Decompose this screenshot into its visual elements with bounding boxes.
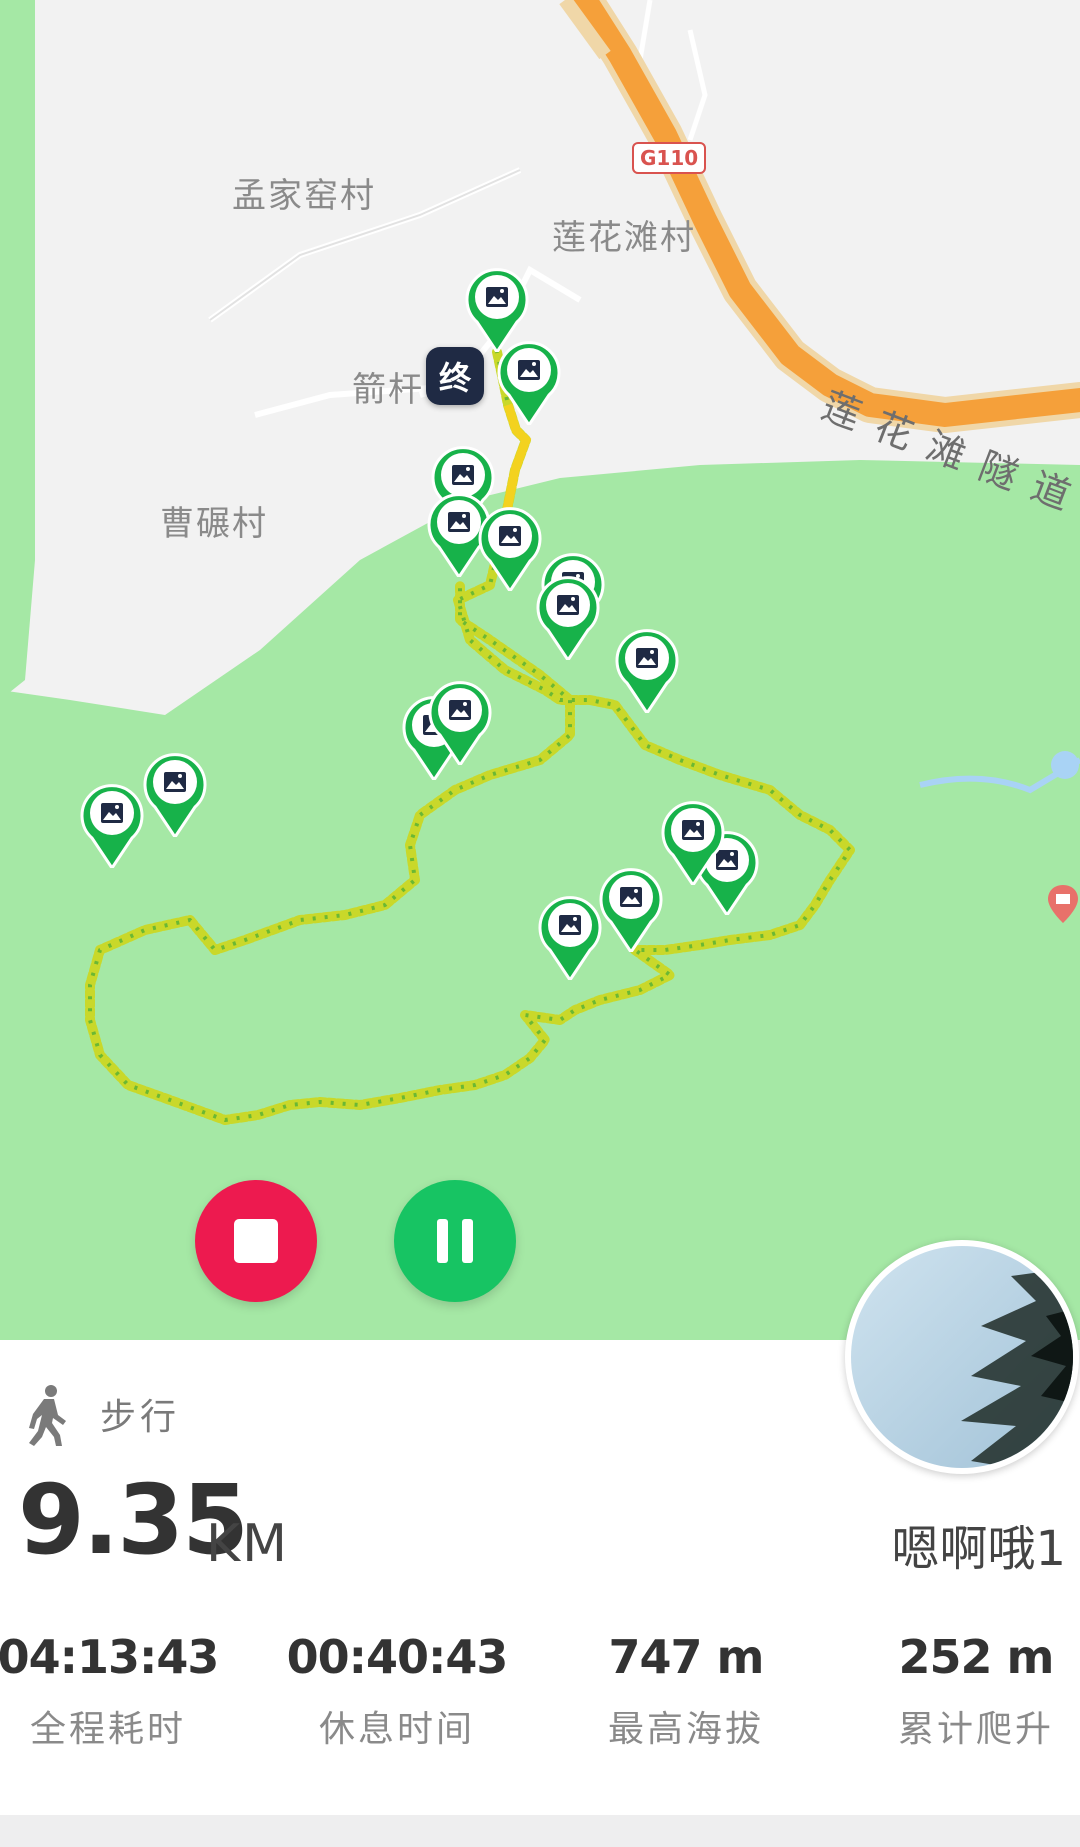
stat-max-altitude: 747 m 最高海拔 — [551, 1630, 821, 1752]
stat-label: 最高海拔 — [607, 1709, 764, 1750]
walking-person-icon — [29, 1385, 66, 1446]
pause-button[interactable] — [394, 1180, 516, 1302]
photo-marker-icon[interactable] — [80, 782, 144, 868]
stat-value: 04:13:43 — [0, 1630, 219, 1684]
photo-marker-icon[interactable] — [478, 505, 542, 591]
village-label-jiangan: 箭杆 — [352, 370, 424, 410]
username: 嗯啊哦1 — [891, 1521, 1066, 1577]
stat-total-time: 04:13:43 全程耗时 — [0, 1630, 243, 1752]
stat-rest-time: 00:40:43 休息时间 — [262, 1630, 532, 1752]
village-label-lianhuatan: 莲花滩村 — [552, 218, 696, 258]
stat-label: 累计爬升 — [897, 1709, 1054, 1750]
user-avatar[interactable] — [845, 1240, 1079, 1474]
photo-marker-icon[interactable] — [615, 627, 679, 713]
activity-type-label: 步行 — [100, 1397, 181, 1438]
photo-marker-icon[interactable] — [661, 799, 725, 885]
photo-marker-icon[interactable] — [538, 894, 602, 980]
stat-value: 00:40:43 — [286, 1630, 509, 1684]
stat-value: 747 m — [608, 1630, 765, 1684]
road-shield-g110: G110 — [632, 142, 707, 174]
photo-marker-icon[interactable] — [599, 866, 663, 952]
village-label-caonian: 曹碾村 — [160, 504, 268, 544]
route-end-marker[interactable]: 终 — [426, 347, 484, 405]
photo-marker-icon[interactable] — [497, 339, 561, 425]
route-map[interactable] — [0, 0, 1080, 1345]
poi-pin-icon[interactable] — [1048, 885, 1078, 923]
photo-marker-icon[interactable] — [536, 574, 600, 660]
stop-button[interactable] — [195, 1180, 317, 1302]
stat-value: 252 m — [898, 1630, 1055, 1684]
distance-unit: KM — [206, 1514, 289, 1574]
photo-marker-icon[interactable] — [428, 679, 492, 765]
stat-label: 全程耗时 — [29, 1709, 186, 1750]
village-label-mengjiayao: 孟家窑村 — [232, 176, 376, 216]
stat-label: 休息时间 — [318, 1709, 475, 1750]
stat-total-climb: 252 m 累计爬升 — [841, 1630, 1080, 1752]
stop-icon — [234, 1219, 278, 1263]
bottom-bar — [0, 1815, 1080, 1847]
pause-icon — [437, 1219, 473, 1263]
photo-marker-icon[interactable] — [143, 751, 207, 837]
